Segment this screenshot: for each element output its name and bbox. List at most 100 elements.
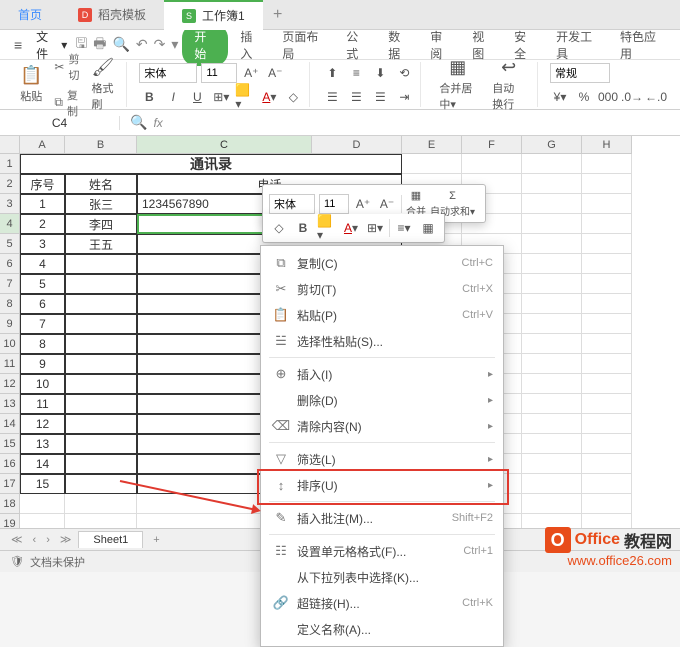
- align-right-icon[interactable]: ☰: [370, 87, 390, 107]
- mini-border-button[interactable]: ⊞▾: [365, 218, 385, 238]
- cell-name[interactable]: [65, 434, 137, 454]
- cell-name[interactable]: 张三: [65, 194, 137, 214]
- preview-icon[interactable]: 🔍: [112, 36, 129, 53]
- cm-dropdown-pick[interactable]: 从下拉列表中选择(K)...: [261, 564, 503, 590]
- cell-name[interactable]: [65, 454, 137, 474]
- decrease-decimal-icon[interactable]: ←.0: [646, 87, 666, 107]
- menu-special[interactable]: 特色应用: [612, 28, 672, 62]
- align-middle-icon[interactable]: ≡: [346, 63, 366, 83]
- paste-button[interactable]: 📋 粘贴: [14, 63, 48, 106]
- clear-format-button[interactable]: ◇: [283, 87, 303, 107]
- copy-button[interactable]: ⧉复制: [52, 86, 81, 120]
- row-header[interactable]: 9: [0, 314, 20, 334]
- menu-page-layout[interactable]: 页面布局: [274, 28, 334, 62]
- menu-formula[interactable]: 公式: [338, 28, 376, 62]
- menu-start[interactable]: 开始: [182, 24, 228, 66]
- mini-font-name[interactable]: [269, 194, 315, 214]
- header-cell[interactable]: 姓名: [65, 174, 137, 194]
- row-header[interactable]: 7: [0, 274, 20, 294]
- cell-name[interactable]: [65, 254, 137, 274]
- print-icon[interactable]: 🖶: [93, 33, 106, 57]
- cell-no[interactable]: 5: [20, 274, 65, 294]
- mini-bold-button[interactable]: B: [293, 218, 313, 238]
- cell[interactable]: [582, 254, 632, 274]
- comma-icon[interactable]: 000: [598, 87, 618, 107]
- col-header-g[interactable]: G: [522, 136, 582, 154]
- undo-icon[interactable]: ↶: [136, 36, 148, 53]
- sheet-nav-first-icon[interactable]: ≪: [8, 533, 26, 546]
- row-header[interactable]: 18: [0, 494, 20, 514]
- menu-data[interactable]: 数据: [380, 28, 418, 62]
- menu-developer[interactable]: 开发工具: [548, 28, 608, 62]
- cell[interactable]: [582, 274, 632, 294]
- wrap-text-button[interactable]: ↩ 自动换行: [486, 55, 531, 114]
- cell[interactable]: [20, 494, 65, 514]
- cell-name[interactable]: 王五: [65, 234, 137, 254]
- col-header-c[interactable]: C: [137, 136, 312, 154]
- col-header-a[interactable]: A: [20, 136, 65, 154]
- row-header[interactable]: 17: [0, 474, 20, 494]
- cell-name[interactable]: [65, 354, 137, 374]
- row-header[interactable]: 10: [0, 334, 20, 354]
- cell[interactable]: [522, 414, 582, 434]
- cell[interactable]: [582, 154, 632, 174]
- row-header[interactable]: 11: [0, 354, 20, 374]
- align-center-icon[interactable]: ☰: [346, 87, 366, 107]
- row-header[interactable]: 8: [0, 294, 20, 314]
- mini-font-size[interactable]: [319, 194, 349, 214]
- cell[interactable]: [522, 194, 582, 214]
- increase-decimal-icon[interactable]: .0→: [622, 87, 642, 107]
- col-header-h[interactable]: H: [582, 136, 632, 154]
- align-left-icon[interactable]: ☰: [322, 87, 342, 107]
- cell[interactable]: [402, 154, 462, 174]
- col-header-e[interactable]: E: [402, 136, 462, 154]
- cell[interactable]: [522, 174, 582, 194]
- cell[interactable]: [582, 374, 632, 394]
- cm-sort[interactable]: ↕排序(U)▸: [261, 472, 503, 498]
- cell[interactable]: [582, 214, 632, 234]
- cell-name[interactable]: [65, 374, 137, 394]
- cell[interactable]: [522, 254, 582, 274]
- cell[interactable]: [65, 494, 137, 514]
- cell[interactable]: [462, 154, 522, 174]
- cell[interactable]: [522, 394, 582, 414]
- cell[interactable]: [522, 354, 582, 374]
- row-header[interactable]: 16: [0, 454, 20, 474]
- cell[interactable]: [522, 154, 582, 174]
- font-name-select[interactable]: [139, 63, 197, 83]
- mini-format-button[interactable]: ▦: [418, 218, 438, 238]
- format-brush-button[interactable]: 🖌 格式刷: [85, 55, 120, 114]
- sheet-tab[interactable]: Sheet1: [78, 531, 143, 548]
- cell[interactable]: [582, 454, 632, 474]
- cell[interactable]: [582, 314, 632, 334]
- mini-font-color-button[interactable]: A▾: [341, 218, 361, 238]
- col-header-b[interactable]: B: [65, 136, 137, 154]
- cell-no[interactable]: 2: [20, 214, 65, 234]
- cell[interactable]: [522, 334, 582, 354]
- cell-no[interactable]: 10: [20, 374, 65, 394]
- menu-insert[interactable]: 插入: [232, 28, 270, 62]
- cm-copy[interactable]: ⧉复制(C)Ctrl+C: [261, 250, 503, 276]
- cell[interactable]: [522, 454, 582, 474]
- cell-no[interactable]: 14: [20, 454, 65, 474]
- cell-no[interactable]: 8: [20, 334, 65, 354]
- cell-name[interactable]: [65, 334, 137, 354]
- orientation-icon[interactable]: ⟲: [394, 63, 414, 83]
- sheet-nav-last-icon[interactable]: ≫: [57, 533, 75, 546]
- cell[interactable]: [582, 494, 632, 514]
- row-header[interactable]: 2: [0, 174, 20, 194]
- cell[interactable]: [522, 474, 582, 494]
- cell-no[interactable]: 13: [20, 434, 65, 454]
- cm-cut[interactable]: ✂剪切(T)Ctrl+X: [261, 276, 503, 302]
- border-button[interactable]: ⊞▾: [211, 87, 231, 107]
- cell[interactable]: [582, 354, 632, 374]
- row-header[interactable]: 3: [0, 194, 20, 214]
- cm-paste-special[interactable]: ☱选择性粘贴(S)...: [261, 328, 503, 354]
- tab-template[interactable]: D 稻壳模板: [60, 0, 164, 30]
- row-header[interactable]: 14: [0, 414, 20, 434]
- cm-clear[interactable]: ⌫清除内容(N)▸: [261, 413, 503, 439]
- cell[interactable]: [582, 394, 632, 414]
- cell-no[interactable]: 15: [20, 474, 65, 494]
- row-header[interactable]: 4: [0, 214, 20, 234]
- fill-color-button[interactable]: 🟨▾: [235, 87, 255, 107]
